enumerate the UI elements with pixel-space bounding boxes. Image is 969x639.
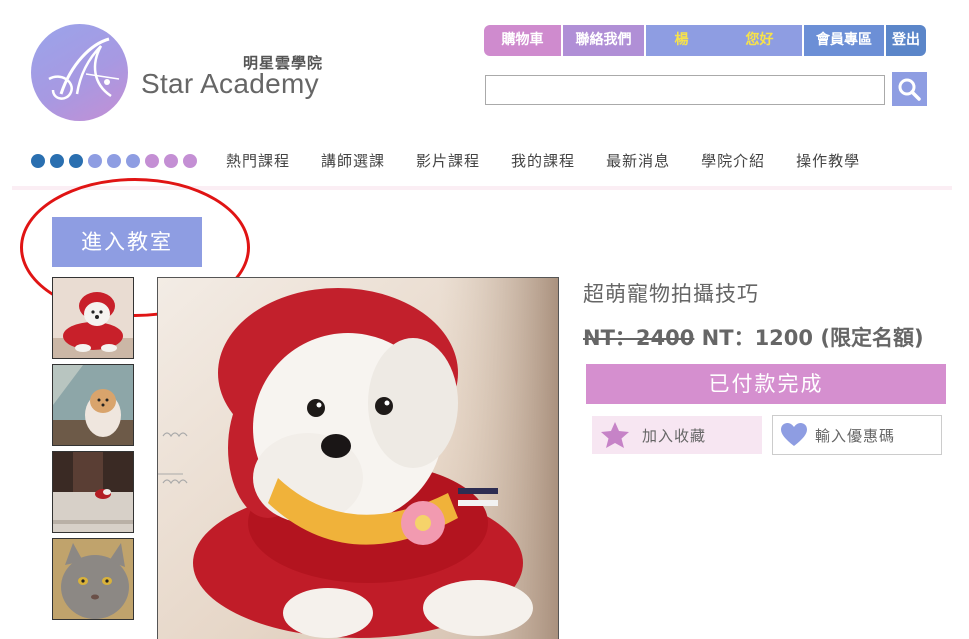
nav-dot bbox=[145, 154, 159, 168]
page: 明星雲學院 Star Academy 購物車 聯絡我們 楊 您好 會員專區 登出… bbox=[0, 0, 969, 639]
thumbnail-cat[interactable] bbox=[52, 538, 134, 620]
nav-dot bbox=[164, 154, 178, 168]
limited-note: (限定名額) bbox=[820, 326, 924, 350]
product-title: 超萌寵物拍攝技巧 bbox=[583, 282, 759, 306]
star-icon bbox=[600, 420, 630, 450]
add-favorite-button[interactable]: 加入收藏 bbox=[592, 416, 762, 454]
nav-dot bbox=[107, 154, 121, 168]
user-name: 楊 bbox=[674, 32, 689, 48]
main-nav-item[interactable]: 操作教學 bbox=[796, 150, 860, 172]
original-price: NT：2400 bbox=[583, 326, 695, 350]
greeting-text: 您好 bbox=[745, 32, 774, 48]
site-logo[interactable]: 明星雲學院 Star Academy bbox=[31, 24, 351, 124]
nav-dot bbox=[88, 154, 102, 168]
main-nav-item[interactable]: 學院介紹 bbox=[701, 150, 765, 172]
search-icon bbox=[892, 78, 927, 110]
nav-dot bbox=[183, 154, 197, 168]
heart-icon bbox=[781, 423, 807, 447]
search-input[interactable] bbox=[485, 75, 885, 105]
add-favorite-label: 加入收藏 bbox=[642, 426, 707, 445]
main-nav-item[interactable]: 影片課程 bbox=[416, 150, 480, 172]
top-nav: 購物車 聯絡我們 楊 您好 會員專區 登出 bbox=[484, 25, 926, 56]
main-nav: 熱門課程 講師選課 影片課程 我的課程 最新消息 學院介紹 操作教學 bbox=[226, 150, 891, 172]
price-line: NT：2400 NT：1200 (限定名額) bbox=[583, 322, 924, 352]
main-nav-item[interactable]: 我的課程 bbox=[511, 150, 575, 172]
member-area-link[interactable]: 會員專區 bbox=[804, 25, 886, 56]
sale-price: NT：1200 bbox=[701, 326, 814, 350]
logo-emblem bbox=[31, 24, 128, 121]
nav-dot bbox=[50, 154, 64, 168]
main-nav-item[interactable]: 熱門課程 bbox=[226, 150, 290, 172]
logout-link[interactable]: 登出 bbox=[886, 25, 926, 56]
main-nav-item[interactable]: 最新消息 bbox=[606, 150, 670, 172]
thumbnail-pomeranian[interactable] bbox=[52, 364, 134, 446]
user-greeting: 楊 您好 bbox=[646, 25, 804, 56]
search-button[interactable] bbox=[892, 72, 927, 106]
main-product-image bbox=[157, 277, 559, 639]
nav-dot bbox=[126, 154, 140, 168]
contact-link[interactable]: 聯絡我們 bbox=[563, 25, 646, 56]
payment-complete-button[interactable]: 已付款完成 bbox=[586, 364, 946, 404]
thumbnail-dog-red-hood[interactable] bbox=[52, 277, 134, 359]
nav-decorative-dots bbox=[31, 154, 197, 168]
coupon-code-button[interactable]: 輸入優惠碼 bbox=[772, 415, 942, 455]
cart-link[interactable]: 購物車 bbox=[484, 25, 563, 56]
nav-dot bbox=[31, 154, 45, 168]
main-nav-item[interactable]: 講師選課 bbox=[321, 150, 385, 172]
coupon-code-label: 輸入優惠碼 bbox=[815, 426, 896, 445]
thumbnail-small-dog-street[interactable] bbox=[52, 451, 134, 533]
logo-english-name: Star Academy bbox=[141, 68, 319, 99]
nav-dot bbox=[69, 154, 83, 168]
